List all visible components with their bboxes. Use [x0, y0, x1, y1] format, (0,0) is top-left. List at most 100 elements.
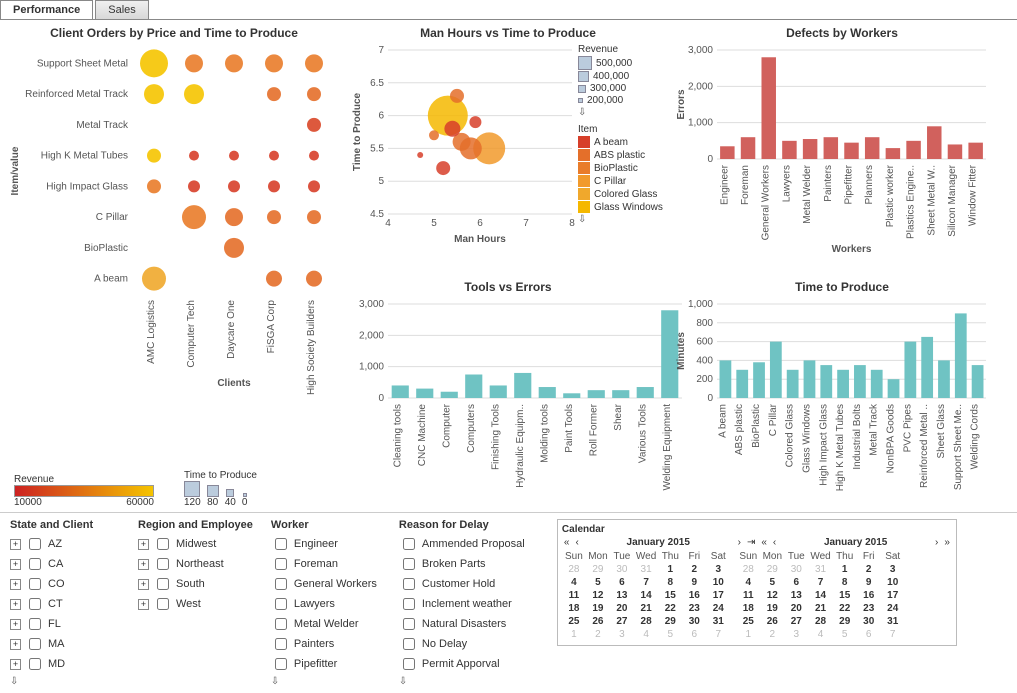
calendar-day[interactable]: 7 [634, 576, 658, 589]
calendar-day[interactable]: 29 [760, 563, 784, 576]
filter-checkbox[interactable] [275, 578, 287, 590]
calendar-day[interactable]: 5 [760, 576, 784, 589]
calendar-day[interactable]: 6 [784, 576, 808, 589]
filter-checkbox[interactable] [275, 618, 287, 630]
filter-checkbox[interactable] [157, 558, 169, 570]
calendar-day[interactable]: 2 [586, 628, 610, 641]
expand-icon[interactable]: + [138, 559, 149, 570]
calendar-grid[interactable]: SunMonTueWedThuFriSat2829303112345678910… [736, 550, 904, 641]
calendar-day[interactable]: 17 [706, 589, 730, 602]
calendar-day[interactable]: 6 [857, 628, 881, 641]
calendar-day[interactable]: 14 [808, 589, 832, 602]
filter-item[interactable]: Pipefitter [271, 655, 381, 673]
filter-checkbox[interactable] [403, 638, 415, 650]
filter-item[interactable]: Broken Parts [399, 555, 539, 573]
calendar-day[interactable]: 1 [736, 628, 760, 641]
cal-prev-month-icon[interactable]: ‹ [573, 537, 580, 548]
filter-checkbox[interactable] [29, 578, 41, 590]
filter-item[interactable]: Painters [271, 635, 381, 653]
expand-icon[interactable]: + [10, 619, 21, 630]
calendar-day[interactable]: 25 [736, 615, 760, 628]
filter-item[interactable]: +FL [10, 615, 120, 633]
filter-item[interactable]: Lawyers [271, 595, 381, 613]
filter-checkbox[interactable] [29, 638, 41, 650]
calendar-day[interactable]: 13 [610, 589, 634, 602]
calendar-day[interactable]: 29 [586, 563, 610, 576]
calendar-day[interactable]: 3 [784, 628, 808, 641]
calendar-day[interactable]: 31 [808, 563, 832, 576]
calendar-day[interactable]: 7 [808, 576, 832, 589]
filter-scroll-icon[interactable]: ⇩ [271, 676, 279, 687]
calendar-day[interactable]: 5 [586, 576, 610, 589]
calendar-day[interactable]: 23 [857, 602, 881, 615]
expand-icon[interactable]: + [10, 599, 21, 610]
calendar-day[interactable]: 10 [706, 576, 730, 589]
filter-item[interactable]: +Midwest [138, 535, 253, 553]
calendar-day[interactable]: 15 [658, 589, 682, 602]
filter-checkbox[interactable] [157, 598, 169, 610]
calendar-day[interactable]: 16 [682, 589, 706, 602]
calendar-day[interactable]: 12 [586, 589, 610, 602]
calendar-day[interactable]: 30 [784, 563, 808, 576]
calendar-day[interactable]: 25 [562, 615, 586, 628]
calendar-day[interactable]: 11 [736, 589, 760, 602]
calendar-day[interactable]: 10 [881, 576, 905, 589]
calendar-day[interactable]: 20 [610, 602, 634, 615]
legend-scroll-icon[interactable]: ⇩ [578, 214, 586, 225]
expand-icon[interactable]: + [10, 639, 21, 650]
calendar-day[interactable]: 7 [706, 628, 730, 641]
filter-item[interactable]: +AZ [10, 535, 120, 553]
calendar-day[interactable]: 4 [808, 628, 832, 641]
filter-item[interactable]: No Delay [399, 635, 539, 653]
calendar-day[interactable]: 28 [736, 563, 760, 576]
calendar-grid[interactable]: SunMonTueWedThuFriSat2829303112345678910… [562, 550, 730, 641]
cal-link-icon[interactable]: ⇥ [745, 537, 757, 548]
calendar-day[interactable]: 30 [682, 615, 706, 628]
filter-item[interactable]: Ammended Proposal [399, 535, 539, 553]
tab-sales[interactable]: Sales [95, 0, 149, 19]
filter-checkbox[interactable] [29, 618, 41, 630]
expand-icon[interactable]: + [138, 539, 149, 550]
calendar-day[interactable]: 8 [833, 576, 857, 589]
filter-checkbox[interactable] [157, 538, 169, 550]
calendar-day[interactable]: 2 [857, 563, 881, 576]
calendar-day[interactable]: 24 [881, 602, 905, 615]
calendar-day[interactable]: 22 [658, 602, 682, 615]
filter-item[interactable]: Foreman [271, 555, 381, 573]
calendar-day[interactable]: 8 [658, 576, 682, 589]
calendar-day[interactable]: 21 [634, 602, 658, 615]
filter-checkbox[interactable] [29, 658, 41, 670]
filter-item[interactable]: General Workers [271, 575, 381, 593]
filter-checkbox[interactable] [29, 598, 41, 610]
calendar-day[interactable]: 14 [634, 589, 658, 602]
filter-item[interactable]: +West [138, 595, 253, 613]
calendar-day[interactable]: 5 [658, 628, 682, 641]
calendar-day[interactable]: 1 [562, 628, 586, 641]
calendar-day[interactable]: 28 [562, 563, 586, 576]
filter-scroll-icon[interactable]: ⇩ [399, 676, 407, 687]
cal-next-year-icon[interactable]: » [942, 537, 952, 548]
filter-checkbox[interactable] [275, 638, 287, 650]
calendar-day[interactable]: 1 [658, 563, 682, 576]
cal-next-month-icon[interactable]: › [736, 537, 743, 548]
calendar-day[interactable]: 3 [610, 628, 634, 641]
cal-prev-month-icon[interactable]: ‹ [771, 537, 778, 548]
expand-icon[interactable]: + [10, 659, 21, 670]
filter-item[interactable]: +MA [10, 635, 120, 653]
filter-checkbox[interactable] [275, 658, 287, 670]
calendar-day[interactable]: 16 [857, 589, 881, 602]
calendar-day[interactable]: 29 [833, 615, 857, 628]
expand-icon[interactable]: + [10, 559, 21, 570]
filter-item[interactable]: Inclement weather [399, 595, 539, 613]
calendar-day[interactable]: 18 [736, 602, 760, 615]
filter-checkbox[interactable] [29, 558, 41, 570]
calendar-day[interactable]: 11 [562, 589, 586, 602]
calendar-day[interactable]: 9 [682, 576, 706, 589]
calendar-day[interactable]: 6 [682, 628, 706, 641]
cal-prev-year-icon[interactable]: « [759, 537, 769, 548]
filter-checkbox[interactable] [403, 598, 415, 610]
calendar-day[interactable]: 5 [833, 628, 857, 641]
calendar-day[interactable]: 2 [760, 628, 784, 641]
calendar-day[interactable]: 3 [881, 563, 905, 576]
calendar-day[interactable]: 6 [610, 576, 634, 589]
